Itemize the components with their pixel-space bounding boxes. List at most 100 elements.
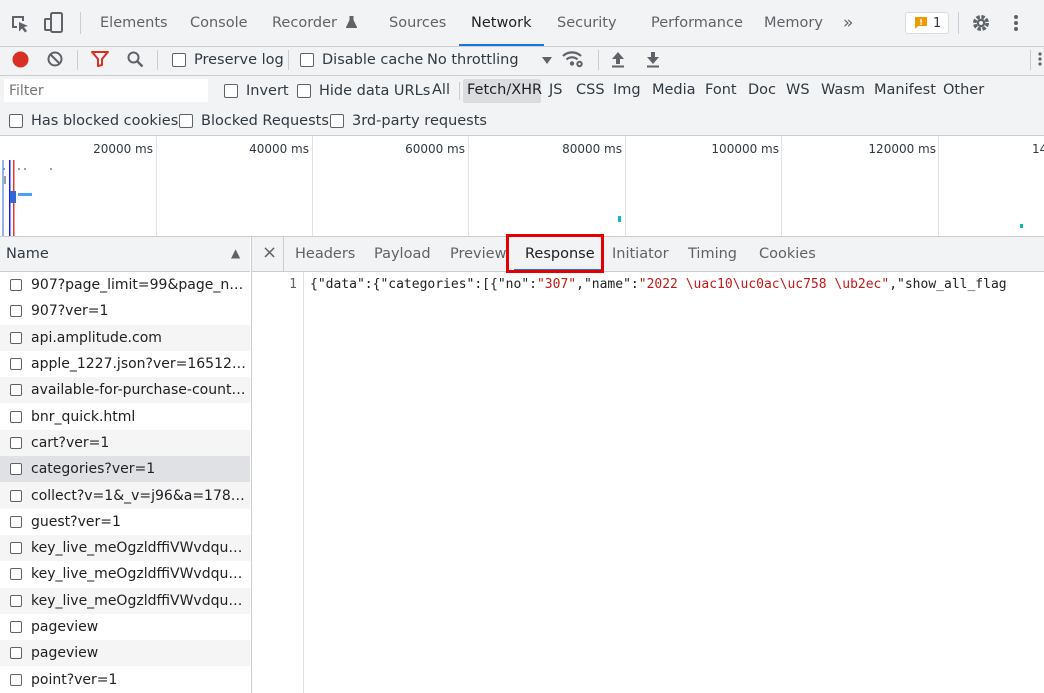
type-filter-fetch-xhr[interactable]: Fetch/XHR	[467, 82, 542, 98]
checkbox[interactable]	[172, 53, 186, 67]
type-filter-other[interactable]: Other	[943, 82, 984, 98]
request-row[interactable]: key_live_meOgzldffiVWvdquf7abd	[0, 561, 250, 587]
checkbox[interactable]	[297, 84, 311, 98]
checkbox[interactable]	[10, 515, 22, 528]
checkbox[interactable]	[300, 53, 314, 67]
third-party-requests-checkbox[interactable]: 3rd-party requests	[330, 112, 487, 130]
request-row[interactable]: available-for-purchase-count?ver=1	[0, 377, 250, 404]
network-conditions-icon[interactable]	[562, 49, 584, 69]
checkbox[interactable]	[10, 568, 22, 581]
checkbox[interactable]	[10, 489, 22, 502]
checkbox[interactable]	[9, 114, 23, 128]
type-filter-media[interactable]: Media	[652, 82, 696, 98]
filter-bar: Invert Hide data URLs All Fetch/XHR JS C…	[0, 76, 1044, 136]
type-filter-js[interactable]: JS	[549, 82, 562, 98]
request-row[interactable]: bnr_quick.html	[0, 403, 250, 429]
separator	[598, 50, 599, 70]
request-row-selected[interactable]: categories?ver=1	[0, 456, 250, 483]
checkbox[interactable]	[10, 331, 22, 344]
close-detail-button[interactable]: ×	[262, 243, 277, 263]
search-icon[interactable]	[125, 49, 145, 69]
checkbox[interactable]	[10, 621, 22, 633]
hide-data-urls-checkbox[interactable]: Hide data URLs	[297, 82, 430, 100]
tab-performance[interactable]: Performance	[651, 0, 743, 46]
device-toolbar-icon[interactable]	[43, 12, 65, 34]
type-filter-wasm[interactable]: Wasm	[821, 82, 865, 98]
filter-input[interactable]	[4, 79, 208, 102]
checkbox[interactable]	[10, 410, 22, 423]
disable-cache-checkbox[interactable]: Disable cache	[300, 50, 423, 70]
tab-payload[interactable]: Payload	[374, 237, 431, 271]
checkbox[interactable]	[10, 384, 22, 397]
import-har-icon[interactable]	[609, 49, 627, 69]
tab-sources[interactable]: Sources	[389, 0, 446, 46]
request-row[interactable]: 907?ver=1	[0, 298, 250, 324]
checkbox[interactable]	[10, 463, 22, 476]
request-row[interactable]: 907?page_limit=99&page_no=1	[0, 272, 250, 298]
invert-checkbox[interactable]: Invert	[224, 82, 289, 100]
preserve-log-checkbox[interactable]: Preserve log	[172, 50, 284, 70]
type-filter-img[interactable]: Img	[613, 82, 641, 98]
checkbox[interactable]	[10, 647, 22, 660]
request-row[interactable]: guest?ver=1	[0, 509, 250, 535]
blocked-requests-checkbox[interactable]: Blocked Requests	[179, 112, 329, 130]
more-tabs-button[interactable]: »	[843, 0, 853, 46]
filter-funnel-icon[interactable]	[90, 49, 110, 69]
checkbox[interactable]	[10, 436, 22, 449]
tab-preview[interactable]: Preview	[450, 237, 506, 271]
more-options-icon[interactable]	[1006, 12, 1026, 34]
tab-cookies[interactable]: Cookies	[759, 237, 816, 271]
tab-console[interactable]: Console	[190, 0, 248, 46]
checkbox[interactable]	[224, 84, 238, 98]
network-toolbar: Preserve log Disable cache No throttling	[0, 47, 1044, 76]
tab-timing[interactable]: Timing	[688, 237, 737, 271]
gear-icon[interactable]	[970, 12, 992, 34]
request-list-header[interactable]: Name ▲	[0, 237, 250, 272]
checkbox[interactable]	[330, 114, 344, 128]
request-row[interactable]: cart?ver=1	[0, 429, 250, 457]
has-blocked-cookies-checkbox[interactable]: Has blocked cookies	[9, 112, 178, 130]
inspect-element-icon[interactable]	[9, 13, 31, 35]
network-overview-timeline[interactable]: 20000 ms 40000 ms 60000 ms 80000 ms 1000…	[0, 136, 1044, 237]
issues-button[interactable]: 1	[905, 12, 949, 34]
checkbox[interactable]	[10, 279, 22, 292]
checkbox[interactable]	[10, 305, 22, 318]
type-filter-manifest[interactable]: Manifest	[874, 82, 936, 98]
clear-icon[interactable]	[46, 49, 64, 69]
request-name: collect?v=1&_v=j96&a=1789312	[31, 487, 246, 504]
request-row[interactable]: collect?v=1&_v=j96&a=1789312	[0, 482, 250, 509]
type-filter-font[interactable]: Font	[705, 82, 737, 98]
type-filter-doc[interactable]: Doc	[748, 82, 776, 98]
tab-memory[interactable]: Memory	[764, 0, 823, 46]
response-body[interactable]: {"data":{"categories":[{"no":"307","name…	[310, 277, 1044, 297]
checkbox[interactable]	[10, 673, 22, 686]
tab-elements[interactable]: Elements	[100, 0, 168, 46]
response-line: {"data":{"categories":[{"no":"307","name…	[310, 277, 1007, 292]
request-row[interactable]: key_live_meOgzldffiVWvdquf7abe	[0, 587, 250, 614]
record-button-icon[interactable]	[11, 49, 29, 69]
tab-headers[interactable]: Headers	[295, 237, 355, 271]
request-row[interactable]: key_live_meOgzldffiVWvdquf7abc	[0, 534, 250, 562]
checkbox[interactable]	[10, 542, 22, 555]
type-filter-ws[interactable]: WS	[786, 82, 810, 98]
request-list: 907?page_limit=99&page_no=1 907?ver=1 ap…	[0, 272, 250, 693]
toolbar-overflow-icon[interactable]	[1037, 49, 1043, 69]
checkbox[interactable]	[10, 594, 22, 607]
request-row[interactable]: api.amplitude.com	[0, 324, 250, 351]
tab-initiator[interactable]: Initiator	[612, 237, 669, 271]
checkbox[interactable]	[10, 358, 22, 371]
request-row[interactable]: apple_1227.json?ver=1651233000	[0, 351, 250, 377]
request-row[interactable]: pageview	[0, 614, 250, 640]
tab-security[interactable]: Security	[557, 0, 617, 46]
name-column-header[interactable]: Name	[6, 246, 49, 262]
type-filter-css[interactable]: CSS	[576, 82, 605, 98]
checkbox[interactable]	[179, 114, 193, 128]
request-row[interactable]: pageview	[0, 640, 250, 667]
request-row[interactable]: point?ver=1	[0, 666, 250, 692]
throttling-select[interactable]: No throttling	[427, 50, 552, 70]
tab-recorder[interactable]: Recorder	[272, 0, 357, 46]
export-har-icon[interactable]	[644, 49, 662, 69]
tab-network[interactable]: Network	[459, 0, 544, 46]
type-filter-all[interactable]: All	[432, 82, 450, 98]
sort-ascending-icon[interactable]: ▲	[231, 246, 240, 260]
